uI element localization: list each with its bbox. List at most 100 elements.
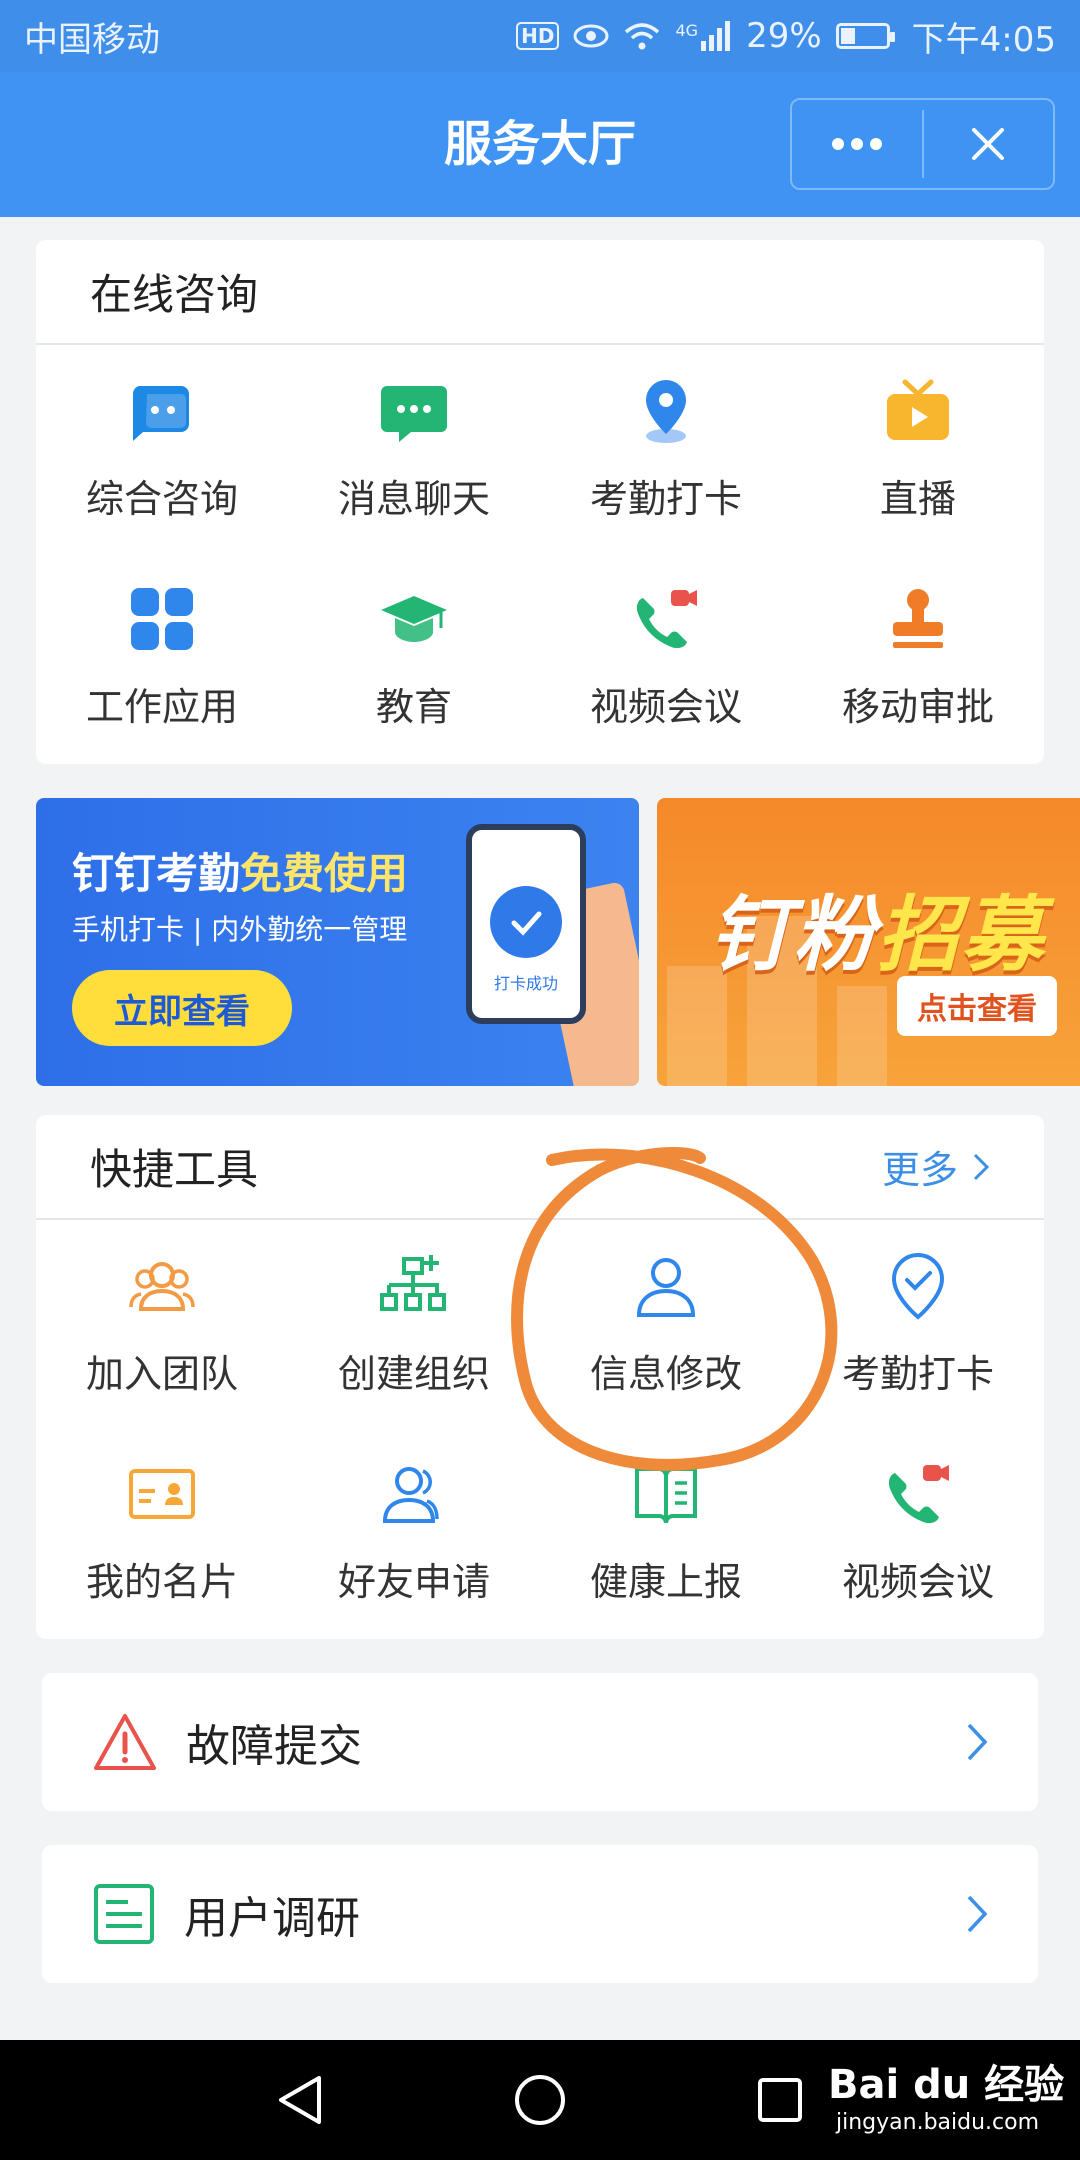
consult-item-video-meeting[interactable]: 视频会议	[540, 553, 792, 761]
phone-text: 打卡成功	[493, 974, 558, 993]
tool-item-edit-info[interactable]: 信息修改	[540, 1220, 792, 1428]
consult-item-work-apps[interactable]: 工作应用	[36, 553, 288, 761]
item-label: 考勤打卡	[589, 476, 742, 521]
battery-percent: 29%	[746, 16, 822, 56]
item-label: 健康上报	[589, 1559, 742, 1604]
tool-item-health-report[interactable]: 健康上报	[540, 1428, 792, 1636]
quick-tools-card: 快捷工具 更多 加入团队 创建组织 信息修改 考勤打卡 我的名片 好友申请 健康…	[36, 1115, 1044, 1639]
online-consult-grid: 综合咨询 消息聊天 考勤打卡 直播 工作应用 教育 视频会议 移动审批	[36, 345, 1044, 761]
battery-icon	[835, 23, 895, 49]
business-card-icon	[129, 1468, 195, 1519]
view-now-button[interactable]: 立即查看	[72, 970, 292, 1046]
item-label: 我的名片	[85, 1559, 238, 1604]
banner-title-part1: 钉粉	[709, 888, 877, 983]
row-label: 用户调研	[184, 1893, 360, 1944]
banner-title-highlight: 免费使用	[240, 849, 409, 898]
tool-item-create-org[interactable]: 创建组织	[288, 1220, 540, 1428]
signal-icon: 4G	[675, 21, 732, 51]
item-label: 视频会议	[589, 684, 742, 729]
watermark-url: jingyan.baidu.com	[836, 2110, 1040, 2135]
more-label: 更多	[881, 1148, 958, 1192]
tv-live-icon	[887, 379, 949, 440]
consult-item-live[interactable]: 直播	[792, 345, 1044, 553]
consult-item-general[interactable]: 综合咨询	[36, 345, 288, 553]
health-book-icon	[635, 1466, 697, 1523]
graduation-cap-icon	[381, 595, 447, 642]
fan-recruit-banner[interactable]: 钉粉招募 点击查看	[657, 798, 1080, 1086]
item-label: 消息聊天	[337, 476, 490, 521]
eye-icon	[573, 24, 609, 48]
online-consult-card: 在线咨询 综合咨询 消息聊天 考勤打卡 直播 工作应用 教育 视频会议 移动审批	[36, 240, 1044, 764]
tool-item-friend-request[interactable]: 好友申请	[288, 1428, 540, 1636]
clock: 下午4:05	[911, 19, 1056, 60]
item-label: 加入团队	[85, 1351, 238, 1396]
warning-triangle-icon	[94, 1714, 156, 1770]
building-decoration	[837, 986, 887, 1086]
fault-submit-row[interactable]: 故障提交	[42, 1673, 1038, 1811]
message-bubble-icon	[381, 385, 447, 442]
close-button[interactable]	[924, 100, 1054, 188]
home-circle-icon	[515, 2075, 565, 2125]
more-link[interactable]: 更多	[882, 1139, 990, 1194]
ellipsis-icon	[831, 138, 882, 150]
section-title: 快捷工具	[90, 1145, 259, 1194]
banner-subtitle: 手机打卡 | 内外勤统一管理	[72, 913, 408, 946]
checkmark-icon	[490, 886, 562, 958]
banner-title-highlight: 招募	[877, 888, 1045, 983]
item-label: 视频会议	[841, 1559, 994, 1604]
chevron-right-icon	[967, 1723, 988, 1761]
tool-item-join-team[interactable]: 加入团队	[36, 1220, 288, 1428]
item-label: 好友申请	[337, 1559, 490, 1604]
hd-badge: HD	[516, 22, 560, 50]
title-bar: 服务大厅	[0, 72, 1080, 217]
online-consult-header: 在线咨询	[36, 240, 1044, 345]
user-profile-icon	[636, 1257, 696, 1317]
approval-stamp-icon	[893, 588, 943, 648]
close-icon	[972, 128, 1005, 160]
attendance-promo-banner[interactable]: 钉钉考勤免费使用 手机打卡 | 内外勤统一管理 立即查看 打卡成功	[36, 798, 639, 1086]
quick-tools-grid: 加入团队 创建组织 信息修改 考勤打卡 我的名片 好友申请 健康上报 视频会议	[36, 1220, 1044, 1636]
video-call-icon	[888, 1464, 949, 1523]
chevron-right-icon	[967, 1895, 988, 1933]
chevron-right-icon	[973, 1153, 990, 1180]
user-survey-row[interactable]: 用户调研	[42, 1845, 1038, 1983]
recents-square-icon	[758, 2078, 802, 2122]
more-button[interactable]	[792, 100, 922, 188]
back-triangle-icon	[279, 2076, 321, 2124]
consult-item-approval[interactable]: 移动审批	[792, 553, 1044, 761]
item-label: 考勤打卡	[841, 1351, 994, 1396]
join-team-icon	[129, 1261, 195, 1311]
org-chart-icon	[380, 1254, 446, 1311]
phone-illustration: 打卡成功	[466, 824, 586, 1024]
item-label: 综合咨询	[85, 476, 238, 521]
network-type: 4G	[675, 21, 699, 40]
status-icons: HD 4G 29% 下午4:05	[516, 12, 1056, 61]
banner-title: 钉钉考勤免费使用	[72, 840, 408, 901]
row-label: 故障提交	[186, 1721, 362, 1772]
consult-item-attendance[interactable]: 考勤打卡	[540, 345, 792, 553]
banner-title: 钉粉招募	[709, 868, 1045, 987]
home-button[interactable]	[480, 2040, 600, 2160]
watermark-logo: Bai du 经验	[828, 2062, 1065, 2108]
wifi-icon	[625, 23, 660, 50]
status-bar: 中国移动 HD 4G 29% 下午4:05	[0, 0, 1080, 72]
survey-list-icon	[94, 1884, 154, 1944]
friend-request-icon	[382, 1466, 439, 1523]
consult-chat-icon	[132, 385, 189, 441]
tool-item-attendance[interactable]: 考勤打卡	[792, 1220, 1044, 1428]
tool-item-business-card[interactable]: 我的名片	[36, 1428, 288, 1636]
back-button[interactable]	[240, 2040, 360, 2160]
section-title: 在线咨询	[90, 270, 259, 319]
consult-item-education[interactable]: 教育	[288, 553, 540, 761]
click-view-button[interactable]: 点击查看	[897, 976, 1057, 1036]
item-label: 工作应用	[85, 684, 238, 729]
item-label: 教育	[375, 684, 452, 729]
mini-program-capsule	[790, 98, 1055, 190]
recents-button[interactable]	[720, 2040, 840, 2160]
video-call-icon	[636, 589, 697, 648]
consult-item-message[interactable]: 消息聊天	[288, 345, 540, 553]
tool-item-video-meeting[interactable]: 视频会议	[792, 1428, 1044, 1636]
check-shield-icon	[891, 1252, 945, 1320]
carrier-name: 中国移动	[24, 19, 160, 60]
item-label: 移动审批	[841, 684, 994, 729]
